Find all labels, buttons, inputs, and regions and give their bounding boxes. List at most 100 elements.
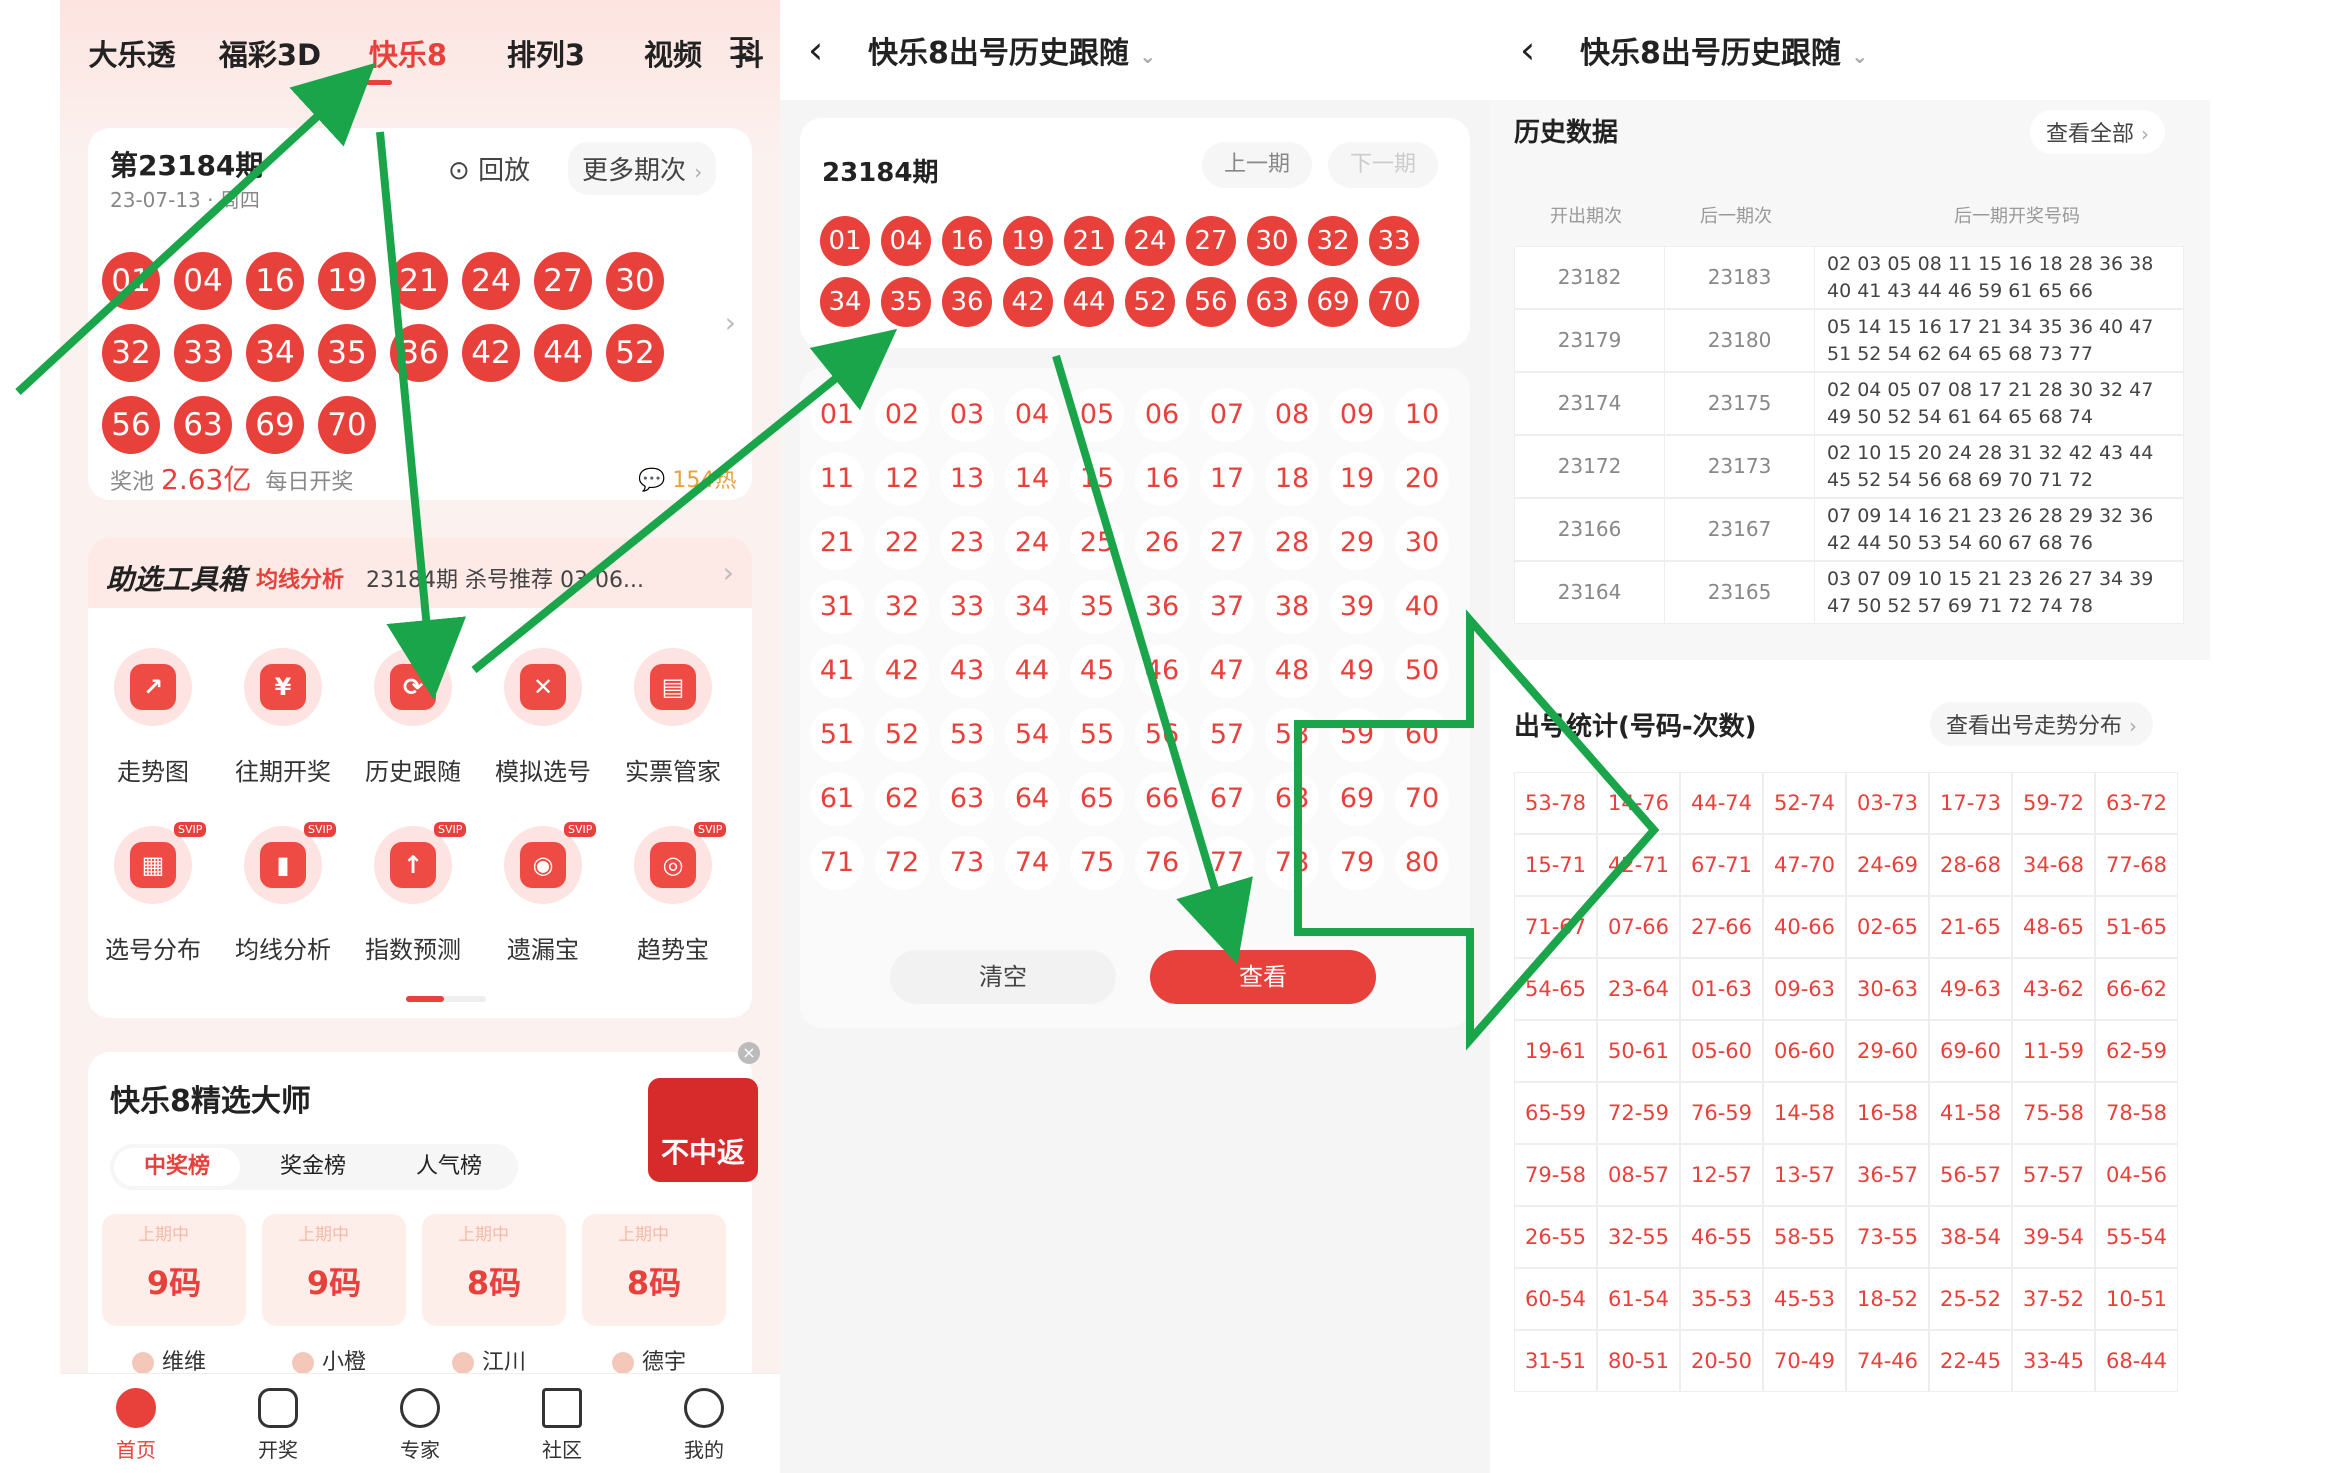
picker-number[interactable]: 65 — [1070, 772, 1124, 826]
rank-card[interactable]: 上期中 8码 — [582, 1214, 726, 1326]
picker-number[interactable]: 09 — [1330, 388, 1384, 442]
picker-number[interactable]: 08 — [1265, 388, 1319, 442]
view-button[interactable]: 查看 — [1150, 950, 1376, 1004]
tab-pailie3[interactable]: 排列3 — [480, 32, 612, 74]
back-arrow-icon[interactable]: ‹ — [1520, 28, 1535, 72]
tool-icon[interactable]: ▤ — [634, 648, 712, 726]
picker-number[interactable]: 63 — [940, 772, 994, 826]
back-arrow-icon[interactable]: ‹ — [808, 28, 823, 72]
picker-number[interactable]: 60 — [1395, 708, 1449, 762]
rank-card[interactable]: 上期中 9码 — [262, 1214, 406, 1326]
picker-number[interactable]: 49 — [1330, 644, 1384, 698]
picker-number[interactable]: 80 — [1395, 836, 1449, 890]
tool-label[interactable]: 实票管家 — [608, 752, 738, 787]
tool-icon[interactable]: ↑ — [374, 826, 452, 904]
clear-button[interactable]: 清空 — [890, 950, 1116, 1004]
tab-win-rank[interactable]: 中奖榜 — [114, 1148, 240, 1186]
tab-kuaile8[interactable]: 快乐8 — [342, 32, 474, 74]
picker-number[interactable]: 02 — [875, 388, 929, 442]
picker-number[interactable]: 73 — [940, 836, 994, 890]
tool-icon[interactable]: ¥ — [244, 648, 322, 726]
tab-daletou[interactable]: 大乐透 — [66, 32, 198, 74]
ticker-text[interactable]: 23184期 杀号推荐 03 06... — [366, 562, 706, 594]
picker-number[interactable]: 66 — [1135, 772, 1189, 826]
picker-number[interactable]: 19 — [1330, 452, 1384, 506]
picker-number[interactable]: 58 — [1265, 708, 1319, 762]
rank-name[interactable]: 德宇 — [612, 1344, 686, 1376]
page-title[interactable]: 快乐8出号历史跟随 ⌄ — [868, 28, 1156, 72]
picker-number[interactable]: 54 — [1005, 708, 1059, 762]
tab-video[interactable]: 视频 — [618, 32, 728, 74]
rank-card[interactable]: 上期中 8码 — [422, 1214, 566, 1326]
picker-number[interactable]: 68 — [1265, 772, 1319, 826]
picker-number[interactable]: 13 — [940, 452, 994, 506]
prev-issue-button[interactable]: 上一期 — [1202, 142, 1312, 188]
tool-icon[interactable]: ◎ — [634, 826, 712, 904]
picker-number[interactable]: 69 — [1330, 772, 1384, 826]
picker-number[interactable]: 51 — [810, 708, 864, 762]
tool-icon[interactable]: ▦ — [114, 826, 192, 904]
tool-icon[interactable]: ⟳ — [374, 648, 452, 726]
picker-number[interactable]: 57 — [1200, 708, 1254, 762]
rank-name[interactable]: 江川 — [452, 1344, 526, 1376]
trend-link-button[interactable]: 查看出号走势分布 › — [1930, 702, 2154, 746]
tab-popular-rank[interactable]: 人气榜 — [386, 1148, 512, 1186]
picker-number[interactable]: 40 — [1395, 580, 1449, 634]
rank-card[interactable]: 上期中 9码 — [102, 1214, 246, 1326]
picker-number[interactable]: 16 — [1135, 452, 1189, 506]
picker-number[interactable]: 79 — [1330, 836, 1384, 890]
picker-number[interactable]: 77 — [1200, 836, 1254, 890]
picker-number[interactable]: 11 — [810, 452, 864, 506]
view-all-button[interactable]: 查看全部 › — [2030, 110, 2166, 154]
picker-number[interactable]: 18 — [1265, 452, 1319, 506]
tool-icon[interactable]: ✕ — [504, 648, 582, 726]
picker-number[interactable]: 35 — [1070, 580, 1124, 634]
picker-number[interactable]: 07 — [1200, 388, 1254, 442]
picker-number[interactable]: 61 — [810, 772, 864, 826]
picker-number[interactable]: 17 — [1200, 452, 1254, 506]
nav-home[interactable]: 首页 — [76, 1388, 196, 1463]
tool-label[interactable]: 历史跟随 — [348, 752, 478, 787]
picker-number[interactable]: 01 — [810, 388, 864, 442]
picker-number[interactable]: 59 — [1330, 708, 1384, 762]
nav-community[interactable]: 社区 — [502, 1388, 622, 1463]
picker-number[interactable]: 28 — [1265, 516, 1319, 570]
rank-name[interactable]: 维维 — [132, 1344, 206, 1376]
picker-number[interactable]: 22 — [875, 516, 929, 570]
picker-number[interactable]: 30 — [1395, 516, 1449, 570]
tool-label[interactable]: 指数预测 — [348, 930, 478, 965]
picker-number[interactable]: 67 — [1200, 772, 1254, 826]
tab-prize-rank[interactable]: 奖金榜 — [250, 1148, 376, 1186]
picker-number[interactable]: 23 — [940, 516, 994, 570]
picker-number[interactable]: 55 — [1070, 708, 1124, 762]
picker-number[interactable]: 75 — [1070, 836, 1124, 890]
picker-number[interactable]: 04 — [1005, 388, 1059, 442]
tool-icon[interactable]: ↗ — [114, 648, 192, 726]
close-icon[interactable]: × — [738, 1042, 760, 1064]
picker-number[interactable]: 41 — [810, 644, 864, 698]
tool-label[interactable]: 走势图 — [88, 752, 218, 787]
picker-number[interactable]: 29 — [1330, 516, 1384, 570]
tool-icon[interactable]: ▮ — [244, 826, 322, 904]
picker-number[interactable]: 10 — [1395, 388, 1449, 442]
rank-name[interactable]: 小橙 — [292, 1344, 366, 1376]
picker-number[interactable]: 38 — [1265, 580, 1319, 634]
replay-button[interactable]: ⊙ 回放 — [448, 150, 530, 187]
picker-number[interactable]: 03 — [940, 388, 994, 442]
picker-number[interactable]: 44 — [1005, 644, 1059, 698]
picker-number[interactable]: 56 — [1135, 708, 1189, 762]
tool-label[interactable]: 模拟选号 — [478, 752, 608, 787]
picker-number[interactable]: 24 — [1005, 516, 1059, 570]
picker-number[interactable]: 12 — [875, 452, 929, 506]
picker-number[interactable]: 39 — [1330, 580, 1384, 634]
picker-number[interactable]: 62 — [875, 772, 929, 826]
picker-number[interactable]: 52 — [875, 708, 929, 762]
picker-number[interactable]: 20 — [1395, 452, 1449, 506]
picker-number[interactable]: 53 — [940, 708, 994, 762]
picker-number[interactable]: 48 — [1265, 644, 1319, 698]
page-title[interactable]: 快乐8出号历史跟随 ⌄ — [1580, 28, 1868, 72]
picker-number[interactable]: 36 — [1135, 580, 1189, 634]
nav-mine[interactable]: 我的 — [644, 1388, 764, 1463]
picker-number[interactable]: 21 — [810, 516, 864, 570]
picker-number[interactable]: 27 — [1200, 516, 1254, 570]
